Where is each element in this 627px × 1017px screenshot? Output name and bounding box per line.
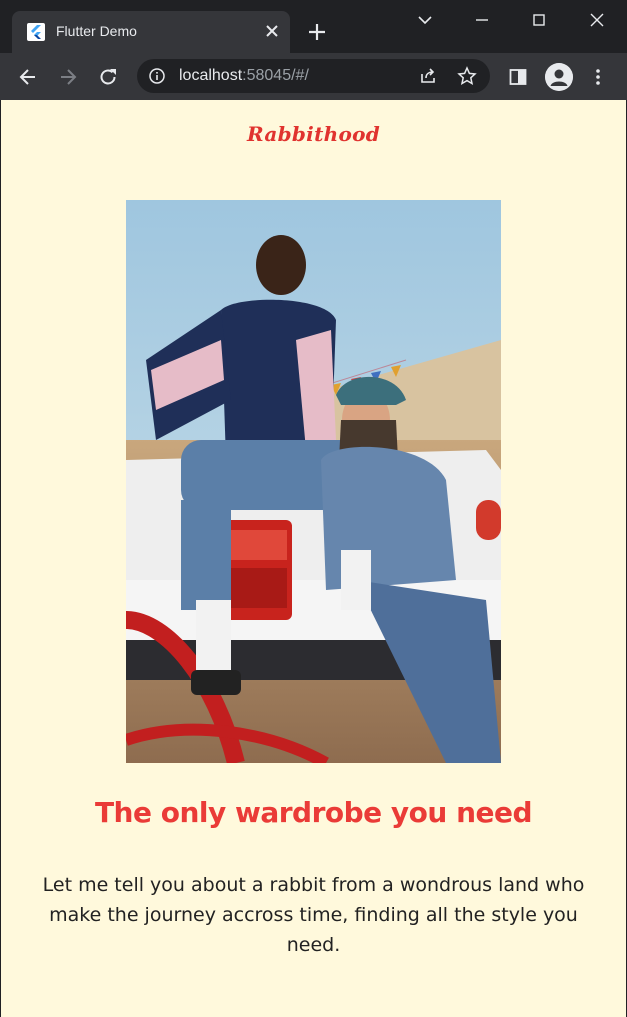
new-tab-button[interactable]	[305, 20, 329, 44]
brand-logo-text: Rabbithood	[246, 122, 381, 146]
tab-flutter-demo[interactable]: Flutter Demo	[12, 11, 290, 53]
side-panel-icon[interactable]	[506, 65, 530, 89]
headline: The only wardrobe you need	[94, 796, 533, 829]
tab-title: Flutter Demo	[56, 23, 137, 39]
address-bar[interactable]: localhost:58045/#/	[137, 59, 490, 93]
back-icon[interactable]	[16, 65, 40, 89]
flutter-icon	[27, 23, 45, 41]
tab-search-icon[interactable]	[413, 8, 437, 32]
share-icon[interactable]	[418, 66, 438, 86]
profile-avatar-icon[interactable]	[545, 63, 573, 91]
menu-kebab-icon[interactable]	[586, 65, 610, 89]
reload-icon[interactable]	[96, 65, 120, 89]
close-tab-icon[interactable]	[262, 21, 282, 41]
tab-strip: Flutter Demo	[0, 0, 627, 53]
forward-icon[interactable]	[56, 65, 80, 89]
url-text: localhost:58045/#/	[179, 67, 309, 85]
bookmark-star-icon[interactable]	[457, 66, 477, 86]
url-path: :58045/#/	[242, 67, 309, 84]
browser-window: Flutter Demo localhost:58045/#/ Rabbitho…	[0, 0, 627, 1017]
close-window-icon[interactable]	[585, 8, 609, 32]
hero-photo	[126, 200, 501, 763]
site-info-icon[interactable]	[149, 68, 165, 84]
maximize-icon[interactable]	[527, 8, 551, 32]
intro-paragraph: Let me tell you about a rabbit from a wo…	[42, 874, 585, 956]
page-content: Rabbithood The only wardrobe you need Le…	[1, 100, 626, 1017]
url-host: localhost	[179, 67, 243, 84]
minimize-icon[interactable]	[470, 8, 494, 32]
browser-toolbar: localhost:58045/#/	[0, 53, 627, 100]
